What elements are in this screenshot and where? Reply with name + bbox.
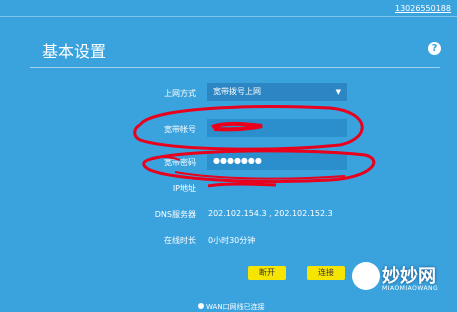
- password-underline-mark: [174, 171, 346, 180]
- watermark-logo-badge: [352, 262, 380, 290]
- title-divider: [30, 67, 440, 68]
- wan-status-text: WAN口网线已连接: [206, 303, 265, 311]
- connection-mode-value: 宽带拨号上网: [213, 87, 261, 96]
- online-time-value: 0小时30分钟: [208, 236, 256, 245]
- password-mask: ●●●●●●●: [213, 156, 262, 165]
- wan-status-icon: [198, 303, 204, 309]
- broadband-password-input[interactable]: ●●●●●●●: [207, 152, 347, 170]
- connection-mode-select[interactable]: 宽带拨号上网 ▼: [207, 83, 347, 101]
- watermark-subtitle: MIAOMIAOWANG: [382, 285, 439, 292]
- connect-button[interactable]: 连接: [307, 266, 345, 280]
- account-phone-link[interactable]: 13026550188: [395, 4, 451, 13]
- connection-mode-label: 上网方式: [164, 89, 196, 98]
- broadband-account-label: 宽带帐号: [164, 125, 196, 134]
- help-icon[interactable]: ?: [428, 42, 441, 55]
- broadband-account-input[interactable]: [207, 119, 347, 137]
- dns-server-value: 202.102.154.3 , 202.102.152.3: [208, 209, 333, 218]
- page-title: 基本设置: [42, 42, 107, 61]
- online-time-label: 在线时长: [164, 236, 196, 245]
- chevron-down-icon: ▼: [335, 88, 341, 96]
- ip-address-label: IP地址: [172, 184, 196, 193]
- disconnect-button[interactable]: 断开: [248, 266, 286, 280]
- top-divider: [0, 16, 457, 17]
- broadband-password-label: 宽带密码: [164, 158, 196, 167]
- ip-redaction-scribble: [207, 182, 277, 188]
- dns-server-label: DNS服务器: [154, 210, 196, 219]
